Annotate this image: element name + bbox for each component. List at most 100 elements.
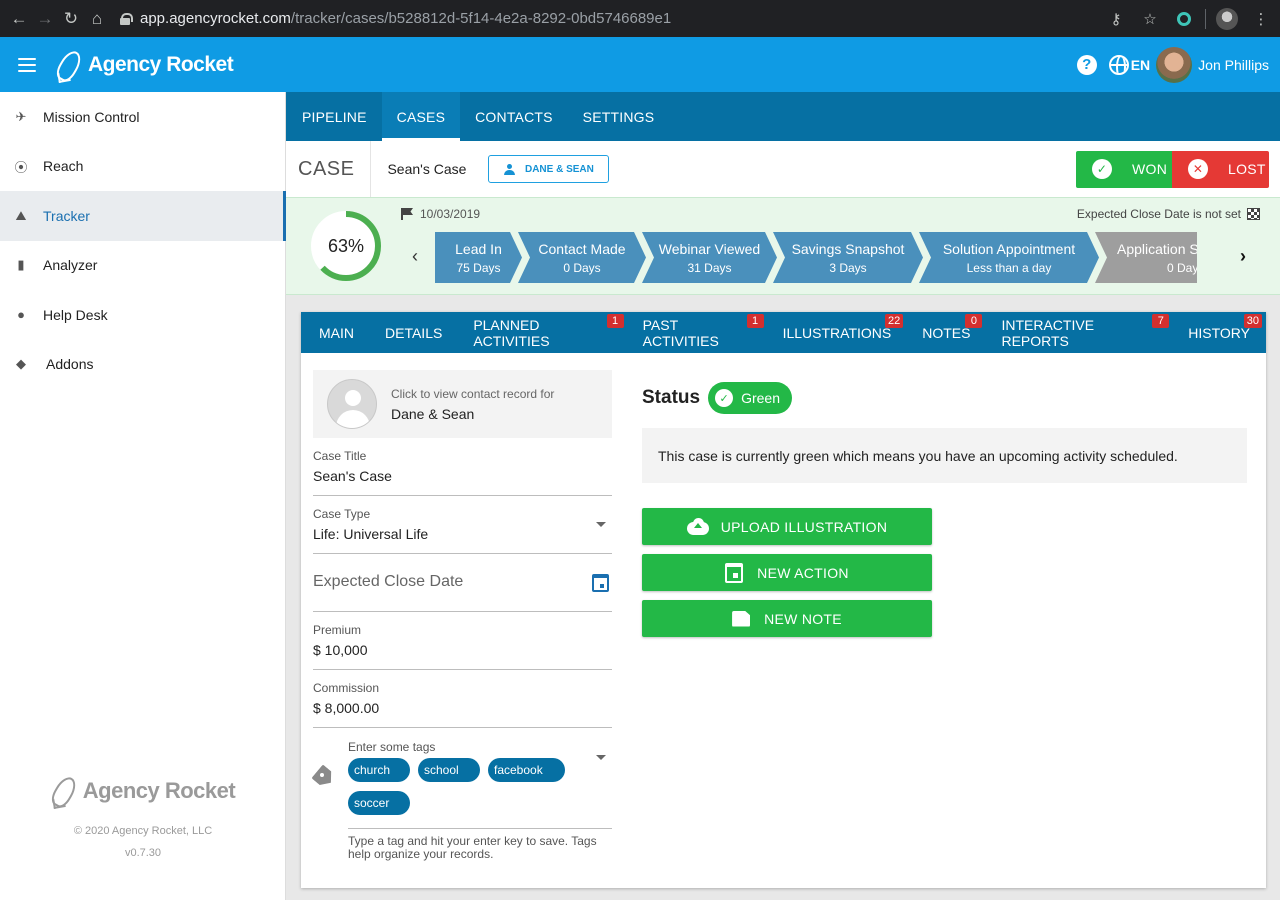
sidebar-item-reach[interactable]: ⦿ Reach <box>0 142 285 192</box>
home-icon[interactable]: ⌂ <box>84 6 110 32</box>
tag-chip[interactable]: church <box>348 758 410 782</box>
premium-field[interactable]: Premium $ 10,000 <box>313 612 612 670</box>
language-selector[interactable]: EN <box>1131 57 1150 73</box>
contact-button-label: DANE & SEAN <box>524 163 594 175</box>
sidebar-item-label: Tracker <box>43 207 90 224</box>
tab-label: INTERACTIVE REPORTS <box>1001 316 1095 349</box>
checkered-flag-icon <box>1247 208 1260 220</box>
pipeline-progress: 63% 10/03/2019 Expected Close Date is no… <box>286 197 1280 295</box>
sidebar-item-mission-control[interactable]: ✈ Mission Control <box>0 92 285 142</box>
extension-button[interactable] <box>1171 6 1197 32</box>
contact-button[interactable]: DANE & SEAN <box>488 155 610 183</box>
sidebar-footer: Agency Rocket © 2020 Agency Rocket, LLC … <box>0 774 286 864</box>
stage-name: Application Subm <box>1117 240 1197 257</box>
sidebar-item-analyzer[interactable]: ▮ Analyzer <box>0 241 285 291</box>
lost-button[interactable]: ✕ LOST <box>1172 150 1269 188</box>
tags-underline <box>348 828 612 829</box>
globe-icon[interactable] <box>1108 54 1129 75</box>
tab-settings[interactable]: SETTINGS <box>568 92 670 141</box>
field-value: Life: Universal Life <box>313 526 429 542</box>
case-detail-card: MAIN DETAILS PLANNED ACTIVITIES 1 PAST AC… <box>301 312 1266 888</box>
tab-past-activities[interactable]: PAST ACTIVITIES 1 <box>628 312 767 353</box>
sidebar-item-addons[interactable]: ◆ Addons <box>0 340 285 390</box>
forward-arrow-icon[interactable]: → <box>32 6 58 32</box>
browser-toolbar: ← → ↻ ⌂ app.agencyrocket.com/tracker/cas… <box>0 0 1280 37</box>
tab-pipeline[interactable]: PIPELINE <box>287 92 382 141</box>
field-label: Commission <box>313 681 380 695</box>
stage-solution-appointment[interactable]: Solution Appointment Less than a day <box>919 232 1099 283</box>
user-name[interactable]: Jon Phillips <box>1198 57 1269 73</box>
sidebar-item-tracker[interactable]: ⛰ Tracker <box>0 191 286 241</box>
stage-application-submitted[interactable]: Application Subm 0 Days <box>1095 232 1197 283</box>
calendar-icon[interactable] <box>592 574 609 592</box>
won-button[interactable]: ✓ WON <box>1076 150 1172 188</box>
tag-icon <box>311 766 339 788</box>
case-title-field[interactable]: Case Title Sean's Case <box>313 438 612 496</box>
top-tabs: PIPELINE CASES CONTACTS SETTINGS <box>286 92 1280 141</box>
dropdown-arrow-icon[interactable] <box>596 755 606 760</box>
tags-icon: ◆ <box>16 356 26 372</box>
expected-close-date-field[interactable]: Expected Close Date <box>313 554 612 612</box>
tags-field[interactable]: Enter some tags church school facebook s… <box>311 728 612 861</box>
tab-main[interactable]: MAIN <box>301 312 369 353</box>
case-sub-tabs: MAIN DETAILS PLANNED ACTIVITIES 1 PAST AC… <box>301 312 1266 353</box>
help-circle-icon: ● <box>17 307 25 323</box>
tag-chip[interactable]: school <box>418 758 480 782</box>
footer-brand: Agency Rocket <box>82 778 236 803</box>
stage-name: Contact Made <box>538 240 626 257</box>
stage-savings-snapshot[interactable]: Savings Snapshot 3 Days <box>773 232 923 283</box>
more-vert-icon[interactable]: ⋮ <box>1248 6 1274 32</box>
tab-planned-activities[interactable]: PLANNED ACTIVITIES 1 <box>458 312 626 353</box>
tab-label: DETAILS <box>385 324 443 341</box>
stage-webinar-viewed[interactable]: Webinar Viewed 31 Days <box>642 232 777 283</box>
help-icon[interactable]: ? <box>1076 54 1097 75</box>
footer-logo: Agency Rocket <box>0 774 286 808</box>
sidebar: ✈ Mission Control ⦿ Reach ⛰ Tracker ▮ An… <box>0 92 286 900</box>
brand-logo[interactable]: Agency Rocket <box>56 48 234 82</box>
status-badge-label: Green <box>741 390 780 406</box>
tab-details[interactable]: DETAILS <box>370 312 457 353</box>
tab-interactive-reports[interactable]: INTERACTIVE REPORTS 7 <box>986 312 1172 353</box>
rocket-logo-icon <box>56 48 82 82</box>
menu-icon[interactable] <box>18 57 36 72</box>
tab-contacts[interactable]: CONTACTS <box>460 92 568 141</box>
chevron-left-icon[interactable]: ‹ <box>412 246 418 267</box>
stage-duration: 3 Days <box>829 260 867 275</box>
back-arrow-icon[interactable]: ← <box>6 6 32 32</box>
status-panel: Status ✓ Green This case is currently gr… <box>642 382 1247 646</box>
status-badge: ✓ Green <box>708 382 792 414</box>
user-avatar[interactable] <box>1156 46 1193 83</box>
field-value: Sean's Case <box>313 468 392 484</box>
profile-button[interactable] <box>1214 6 1240 32</box>
case-type-select[interactable]: Case Type Life: Universal Life <box>313 496 612 554</box>
progress-percent: 63% <box>327 235 365 256</box>
star-icon[interactable]: ☆ <box>1137 6 1163 32</box>
tag-chip[interactable]: facebook <box>488 758 565 782</box>
dropdown-arrow-icon[interactable] <box>596 522 606 527</box>
tags-help-text: Type a tag and hit your enter key to sav… <box>348 834 597 861</box>
copyright: © 2020 Agency Rocket, LLC <box>73 825 213 837</box>
button-label: UPLOAD ILLUSTRATION <box>720 518 888 535</box>
upload-illustration-button[interactable]: UPLOAD ILLUSTRATION <box>642 508 932 545</box>
stage-lead-in[interactable]: Lead In 75 Days <box>435 232 522 283</box>
sidebar-item-help-desk[interactable]: ● Help Desk <box>0 290 285 340</box>
chevron-right-icon[interactable]: › <box>1240 246 1246 267</box>
tab-history[interactable]: HISTORY 30 <box>1173 312 1265 353</box>
tag-chip[interactable]: soccer <box>348 791 410 815</box>
new-action-button[interactable]: NEW ACTION <box>642 554 932 591</box>
check-circle-icon: ✓ <box>715 389 734 407</box>
contact-card[interactable]: Click to view contact record for Dane & … <box>313 370 612 438</box>
stage-contact-made[interactable]: Contact Made 0 Days <box>518 232 646 283</box>
tab-label: NOTES <box>922 324 971 341</box>
key-icon[interactable]: ⚷ <box>1103 6 1129 32</box>
tab-cases[interactable]: CASES <box>381 92 461 141</box>
tab-notes[interactable]: NOTES 0 <box>907 312 985 353</box>
rocket-icon: ✈ <box>15 108 27 124</box>
reload-icon[interactable]: ↻ <box>58 6 84 32</box>
tab-illustrations[interactable]: ILLUSTRATIONS 22 <box>768 312 907 353</box>
new-note-button[interactable]: NEW NOTE <box>642 600 932 637</box>
stage-duration: 75 Days <box>456 260 501 275</box>
stage-name: Savings Snapshot <box>791 240 905 257</box>
address-bar[interactable]: app.agencyrocket.com/tracker/cases/b5288… <box>120 10 1095 27</box>
commission-field[interactable]: Commission $ 8,000.00 <box>313 670 612 728</box>
